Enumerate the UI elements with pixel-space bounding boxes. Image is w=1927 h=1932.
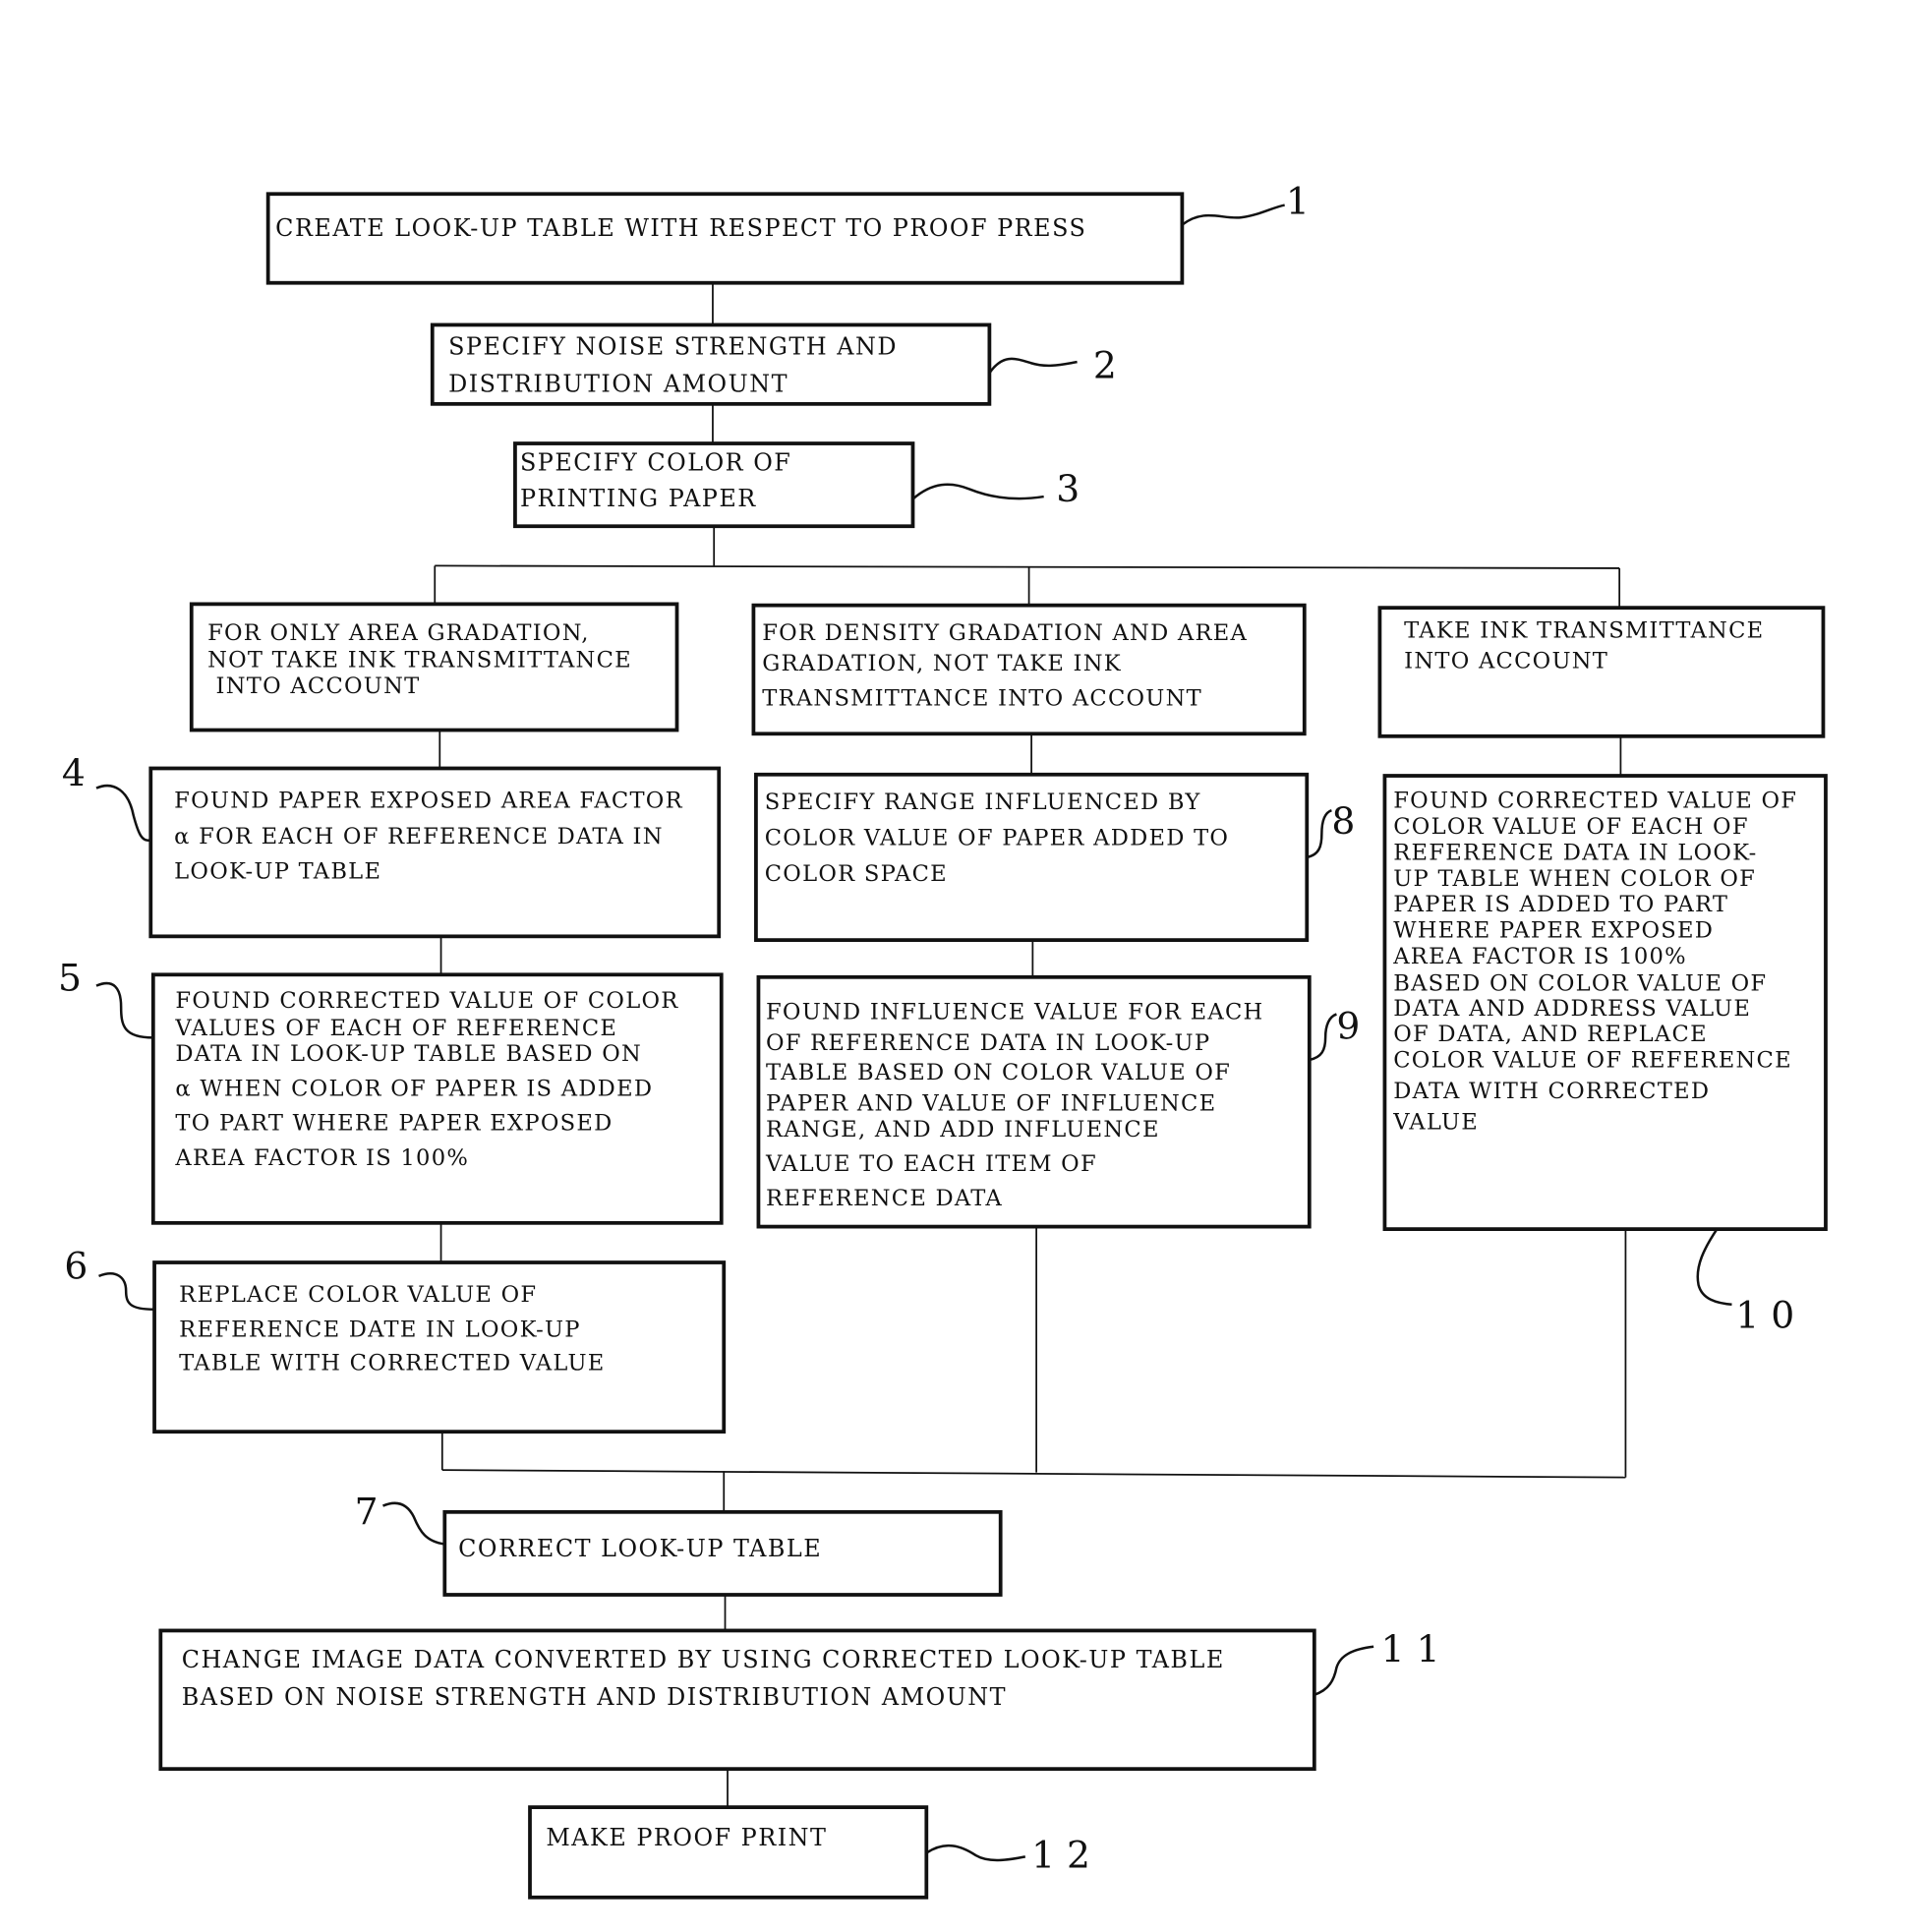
branch-ink-transmittance: TAKE INK TRANSMITTANCE INTO ACCOUNT [1377,606,1826,738]
step-3-leader [911,483,1044,500]
step-12-text: MAKE PROOF PRINT [546,1824,827,1851]
step-6-leader [98,1272,155,1312]
step-9-text-line-2: OF REFERENCE DATA IN LOOK-UP [766,1030,1210,1056]
step-5: FOUND CORRECTED VALUE OF COLOR VALUES OF… [58,957,724,1225]
branch-c-text-line-1: TAKE INK TRANSMITTANCE [1396,617,1765,643]
step-7-leader [382,1501,445,1546]
step-11-text-line-2: BASED ON NOISE STRENGTH AND DISTRIBUTION… [182,1683,1007,1711]
step-2-text-line-1: SPECIFY NOISE STRENGTH AND [448,333,898,361]
step-12-leader [925,1844,1026,1862]
step-2-ref: 2 [1093,343,1117,386]
step-4-ref: 4 [62,751,86,794]
branch-a-text-line-1: FOR ONLY AREA GRADATION, [207,620,590,646]
step-8-leader [1306,809,1332,859]
step-6-text-line-3: TABLE WITH CORRECTED VALUE [179,1350,605,1376]
step-9-text-line-1: FOUND INFLUENCE VALUE FOR EACH [766,1000,1264,1025]
step-2: SPECIFY NOISE STRENGTH AND DISTRIBUTION … [430,322,1117,406]
step-8-ref: 8 [1331,799,1355,843]
step-2-leader [988,357,1078,375]
step-6-ref: 6 [64,1244,88,1287]
branch-a-text-line-2: NOT TAKE INK TRANSMITTANCE [207,647,632,673]
step-6-text-line-1: REPLACE COLOR VALUE OF [179,1282,537,1308]
step-1-ref: 1 [1286,179,1310,222]
step-5-ref: 5 [58,957,82,1000]
step-5-text-line-5: TO PART WHERE PAPER EXPOSED [175,1111,613,1137]
step-10-text-line-6: WHERE PAPER EXPOSED [1393,918,1714,944]
step-4-text-line-1: FOUND PAPER EXPOSED AREA FACTOR [174,789,683,814]
step-9-text-line-6: VALUE TO EACH ITEM OF [765,1151,1097,1177]
step-3-text-line-1: SPECIFY COLOR OF [520,449,791,477]
step-10-text-line-9: DATA AND ADDRESS VALUE [1393,996,1751,1022]
step-10-text-line-12: DATA WITH CORRECTED [1393,1079,1710,1104]
branch-density-and-area-gradation: FOR DENSITY GRADATION AND AREA GRADATION… [751,603,1307,736]
step-4-text-line-2: α FOR EACH OF REFERENCE DATA IN [174,824,664,849]
step-4-leader [95,784,151,843]
step-1: CREATE LOOK-UP TABLE WITH RESPECT TO PRO… [265,179,1310,285]
step-6-text-line-2: REFERENCE DATE IN LOOK-UP [179,1317,581,1342]
step-9-leader [1309,1013,1337,1062]
step-10-text-line-8: BASED ON COLOR VALUE OF [1393,971,1767,997]
branch-b-text-line-3: TRANSMITTANCE INTO ACCOUNT [762,685,1202,711]
step-9-text-line-3: TABLE BASED ON COLOR VALUE OF [766,1060,1231,1085]
step-10-text-line-7: AREA FACTOR IS 100% [1392,944,1687,969]
step-3: SPECIFY COLOR OF PRINTING PAPER 3 [513,441,1080,529]
join-line [441,1469,1626,1479]
step-10-text-line-4: UP TABLE WHEN COLOR OF [1393,866,1756,892]
step-10: FOUND CORRECTED VALUE OF COLOR VALUE OF … [1382,774,1828,1337]
step-11-ref: 1 1 [1381,1627,1440,1670]
step-11-text-line-1: CHANGE IMAGE DATA CONVERTED BY USING COR… [182,1646,1225,1673]
step-2-text-line-2: DISTRIBUTION AMOUNT [448,370,788,397]
step-9-ref: 9 [1336,1005,1360,1048]
step-3-ref: 3 [1056,467,1080,510]
step-8-text-line-1: SPECIFY RANGE INFLUENCED BY [765,790,1201,815]
branch-line [435,564,1620,569]
step-10-text-line-10: OF DATA, AND REPLACE [1393,1022,1708,1047]
flowchart: CREATE LOOK-UP TABLE WITH RESPECT TO PRO… [58,179,1828,1900]
step-12: MAKE PROOF PRINT 1 2 [528,1805,1090,1900]
step-4-text-line-3: LOOK-UP TABLE [174,858,381,884]
step-5-text-line-4: α WHEN COLOR OF PAPER IS ADDED [175,1076,653,1101]
step-10-text-line-1: FOUND CORRECTED VALUE OF [1393,789,1797,814]
branch-a-text-line-3: INTO ACCOUNT [207,673,420,699]
step-10-text-line-3: REFERENCE DATA IN LOOK- [1393,840,1757,865]
step-10-text-line-5: PAPER IS ADDED TO PART [1393,892,1728,917]
step-8: SPECIFY RANGE INFLUENCED BY COLOR VALUE … [754,772,1355,943]
step-10-ref: 1 0 [1735,1294,1794,1337]
step-10-text-line-13: VALUE [1392,1109,1479,1135]
step-1-text: CREATE LOOK-UP TABLE WITH RESPECT TO PRO… [275,214,1086,242]
step-9: FOUND INFLUENCE VALUE FOR EACH OF REFERE… [756,974,1360,1229]
step-9-text-line-4: PAPER AND VALUE OF INFLUENCE [766,1090,1216,1116]
step-9-text-line-7: REFERENCE DATA [766,1186,1003,1211]
step-3-text-line-2: PRINTING PAPER [520,485,757,512]
step-11: CHANGE IMAGE DATA CONVERTED BY USING COR… [158,1627,1440,1772]
step-12-ref: 1 2 [1031,1834,1090,1877]
step-5-text-line-6: AREA FACTOR IS 100% [174,1145,469,1171]
step-10-text-line-2: COLOR VALUE OF EACH OF [1393,814,1749,840]
step-6: REPLACE COLOR VALUE OF REFERENCE DATE IN… [64,1244,727,1434]
branch-c-text-line-2: INTO ACCOUNT [1396,649,1608,674]
branch-b-text-line-2: GRADATION, NOT TAKE INK [762,651,1122,676]
step-12-box [528,1805,929,1900]
branch-b-text-line-1: FOR DENSITY GRADATION AND AREA [762,620,1248,646]
step-8-text-line-2: COLOR VALUE OF PAPER ADDED TO [765,825,1230,850]
step-5-leader [95,981,153,1039]
step-5-text-line-2: VALUES OF EACH OF REFERENCE [174,1016,617,1041]
step-10-leader [1696,1228,1732,1307]
step-4: FOUND PAPER EXPOSED AREA FACTOR α FOR EA… [62,751,722,939]
step-5-text-line-1: FOUND CORRECTED VALUE OF COLOR [175,988,678,1014]
step-8-text-line-3: COLOR SPACE [765,861,948,887]
step-9-text-line-5: RANGE, AND ADD INFLUENCE [766,1117,1160,1142]
step-5-text-line-3: DATA IN LOOK-UP TABLE BASED ON [175,1041,642,1067]
step-11-leader [1314,1645,1374,1696]
step-1-leader [1181,204,1285,226]
step-10-text-line-11: COLOR VALUE OF REFERENCE [1393,1048,1792,1074]
step-7: CORRECT LOOK-UP TABLE 7 [355,1490,1003,1597]
branch-area-gradation: FOR ONLY AREA GRADATION, NOT TAKE INK TR… [189,602,679,732]
step-7-text: CORRECT LOOK-UP TABLE [458,1535,822,1562]
step-7-ref: 7 [355,1490,379,1533]
